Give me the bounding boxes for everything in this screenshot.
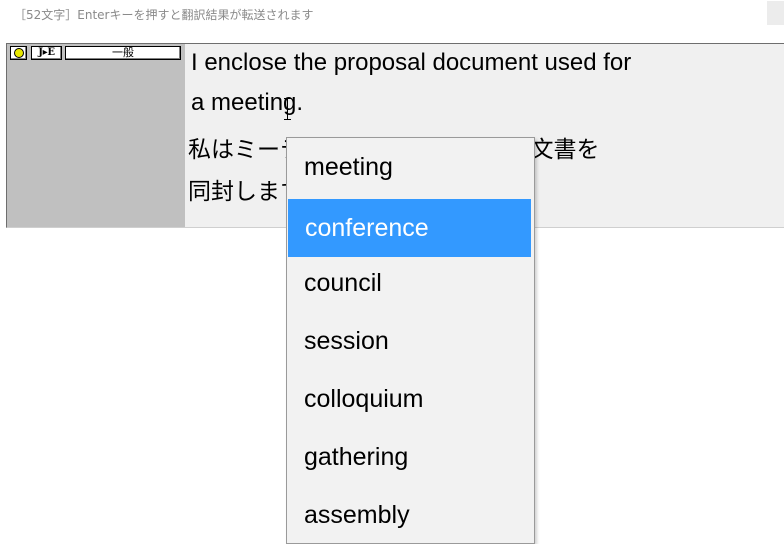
suggestion-dropdown[interactable]: meeting conference council session collo…: [286, 137, 535, 544]
suggestion-item-selected[interactable]: conference: [288, 199, 531, 257]
suggestion-item[interactable]: council: [287, 254, 534, 312]
direction-label: J▸E: [38, 47, 55, 58]
suggestion-item[interactable]: meeting: [287, 138, 534, 196]
text-cursor-icon: [284, 98, 291, 120]
status-message: ［52文字］Enterキーを押すと翻訳結果が転送されます: [14, 8, 314, 22]
category-label: 一般: [112, 46, 134, 59]
lightbulb-icon[interactable]: [10, 46, 27, 60]
suggestion-item[interactable]: session: [287, 312, 534, 370]
category-selector[interactable]: 一般: [65, 46, 181, 60]
toolbar-sidebar: J▸E 一般: [7, 44, 185, 227]
direction-toggle-button[interactable]: J▸E: [31, 46, 62, 60]
close-button[interactable]: [767, 1, 784, 25]
suggestion-item[interactable]: assembly: [287, 486, 534, 544]
suggestion-item[interactable]: gathering: [287, 428, 534, 486]
english-text-line: I enclose the proposal document used for: [191, 49, 632, 76]
suggestion-item[interactable]: colloquium: [287, 370, 534, 428]
